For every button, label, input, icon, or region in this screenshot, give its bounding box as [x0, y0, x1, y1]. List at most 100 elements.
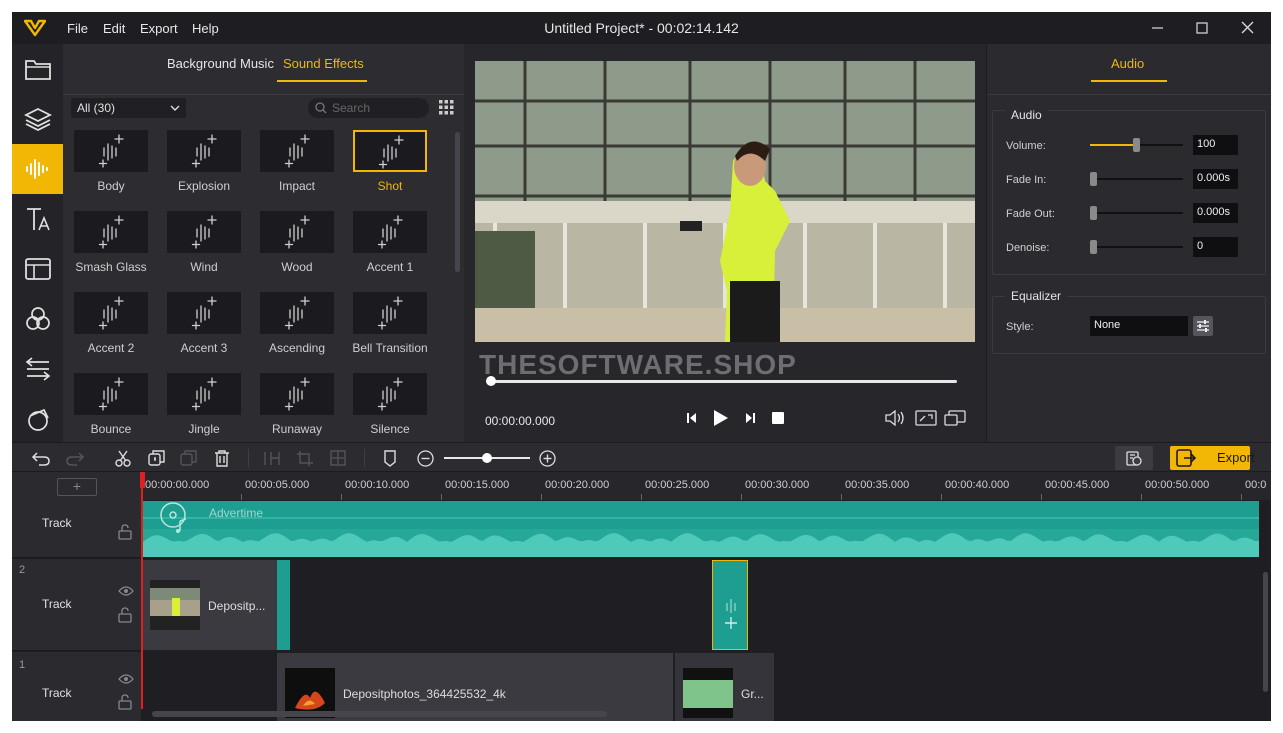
sound-effect-item[interactable]: Impact: [257, 130, 337, 206]
sidebar-item-text[interactable]: [12, 194, 63, 244]
track-2-video-clip[interactable]: Depositp...: [143, 560, 290, 650]
track-1-green-clip[interactable]: Gr...: [675, 653, 774, 721]
eye-icon[interactable]: [118, 585, 134, 597]
mosaic-icon[interactable]: [330, 450, 348, 467]
marker-icon[interactable]: [383, 450, 397, 467]
time-ruler[interactable]: 00:00:00.000 00:00:05.000 00:00:10.000 00:0…: [141, 472, 1271, 500]
sound-effect-item[interactable]: Wind: [164, 211, 244, 287]
category-value: All (30): [77, 101, 116, 115]
track-2-sound-effect-clip[interactable]: [712, 560, 748, 650]
fade-out-slider[interactable]: [1090, 206, 1183, 220]
cut-icon[interactable]: [115, 450, 131, 467]
redo-icon[interactable]: [65, 450, 85, 466]
stop-icon[interactable]: [770, 410, 786, 426]
volume-label: Volume:: [1006, 140, 1046, 152]
sidebar-item-templates[interactable]: [12, 244, 63, 294]
fade-out-knob[interactable]: [1090, 206, 1097, 220]
play-icon[interactable]: [710, 408, 730, 428]
playback-knob[interactable]: [486, 376, 496, 386]
sound-effect-item[interactable]: Accent 1: [350, 211, 430, 287]
sidebar-item-media[interactable]: [12, 44, 63, 94]
fade-in-knob[interactable]: [1090, 172, 1097, 186]
playhead-top[interactable]: [140, 472, 145, 488]
lock-icon[interactable]: [118, 694, 132, 710]
sidebar-item-audio[interactable]: [12, 144, 63, 194]
zoom-out-icon[interactable]: [417, 450, 434, 467]
next-frame-icon[interactable]: [742, 410, 758, 426]
volume-icon[interactable]: [884, 410, 906, 426]
sound-effect-thumbnail: [260, 130, 334, 172]
sound-effect-item[interactable]: Silence: [350, 373, 430, 440]
lock-icon[interactable]: [118, 607, 132, 623]
delete-icon[interactable]: [214, 450, 230, 467]
minimize-icon[interactable]: [1148, 18, 1168, 38]
export-button[interactable]: Export: [1170, 446, 1255, 470]
sound-effect-item[interactable]: Wood: [257, 211, 337, 287]
sound-effect-item[interactable]: Ascending: [257, 292, 337, 368]
split-icon[interactable]: [263, 450, 281, 467]
sound-effect-item[interactable]: Shot: [350, 130, 430, 206]
timeline-vertical-scrollbar[interactable]: [1263, 572, 1268, 692]
equalizer-settings-icon[interactable]: [1193, 316, 1213, 336]
tab-sound-effects[interactable]: Sound Effects: [283, 56, 364, 71]
pip-icon[interactable]: [944, 410, 966, 426]
sound-effect-icon: [98, 215, 124, 249]
denoise-slider[interactable]: [1090, 240, 1183, 254]
sound-effect-item[interactable]: Accent 2: [71, 292, 151, 368]
fade-in-field[interactable]: 0.000s: [1193, 169, 1238, 189]
sidebar-item-overlay[interactable]: [12, 394, 63, 444]
maximize-icon[interactable]: [1192, 18, 1212, 38]
sound-effect-item[interactable]: Explosion: [164, 130, 244, 206]
zoom-knob[interactable]: [482, 453, 492, 463]
render-settings-button[interactable]: [1115, 446, 1153, 470]
sound-effect-label: Ascending: [268, 341, 326, 355]
timeline-horizontal-scrollbar[interactable]: [152, 711, 607, 717]
sidebar-item-filters[interactable]: [12, 294, 63, 344]
add-icon: [725, 599, 737, 629]
sound-effect-item[interactable]: Body: [71, 130, 151, 206]
search-input[interactable]: Search: [308, 98, 429, 118]
media-scrollbar[interactable]: [455, 132, 460, 272]
fullscreen-icon[interactable]: [915, 410, 937, 426]
grid-view-icon[interactable]: [439, 100, 454, 115]
prev-frame-icon[interactable]: [684, 410, 700, 426]
close-icon[interactable]: [1238, 18, 1258, 38]
denoise-field[interactable]: 0: [1193, 237, 1238, 257]
tab-background-music[interactable]: Background Music: [167, 56, 274, 71]
ruler-tick-label: 00:00:00.000: [145, 479, 210, 491]
sound-effect-label: Bell Transition: [352, 341, 428, 355]
crop-icon[interactable]: [296, 450, 314, 467]
sound-effect-item[interactable]: Accent 3: [164, 292, 244, 368]
audio-clip[interactable]: Advertime: [143, 501, 1259, 557]
lock-icon[interactable]: [118, 524, 132, 540]
sound-effect-item[interactable]: Runaway: [257, 373, 337, 440]
style-label: Style:: [1006, 321, 1034, 333]
fade-in-slider[interactable]: [1090, 172, 1183, 186]
copy-icon[interactable]: [148, 450, 166, 467]
fade-out-field[interactable]: 0.000s: [1193, 203, 1238, 223]
volume-knob[interactable]: [1133, 138, 1140, 152]
denoise-knob[interactable]: [1090, 240, 1097, 254]
sound-effect-item[interactable]: Bell Transition: [350, 292, 430, 368]
zoom-in-icon[interactable]: [539, 450, 556, 467]
tab-audio[interactable]: Audio: [1111, 56, 1144, 71]
playhead[interactable]: [141, 472, 143, 709]
sound-effect-thumbnail: [74, 373, 148, 415]
category-dropdown[interactable]: All (30): [71, 98, 186, 118]
ruler-tick-label: 00:00:30.000: [745, 479, 810, 491]
playback-progress-bar[interactable]: [486, 376, 957, 386]
undo-icon[interactable]: [31, 450, 51, 466]
ruler-tick-label: 00:00:40.000: [945, 479, 1010, 491]
volume-field[interactable]: 100: [1193, 135, 1238, 155]
sound-effect-item[interactable]: Bounce: [71, 373, 151, 440]
eye-icon[interactable]: [118, 673, 134, 685]
sidebar-item-layers[interactable]: [12, 94, 63, 144]
sound-effect-item[interactable]: Smash Glass: [71, 211, 151, 287]
export-label: Export: [1217, 450, 1255, 465]
paste-icon[interactable]: [180, 450, 198, 467]
sidebar-item-transitions[interactable]: [12, 344, 63, 394]
sound-effect-item[interactable]: Jingle: [164, 373, 244, 440]
volume-slider[interactable]: [1090, 138, 1183, 152]
add-track-button[interactable]: +: [57, 478, 97, 496]
equalizer-style-select[interactable]: None: [1090, 316, 1188, 336]
